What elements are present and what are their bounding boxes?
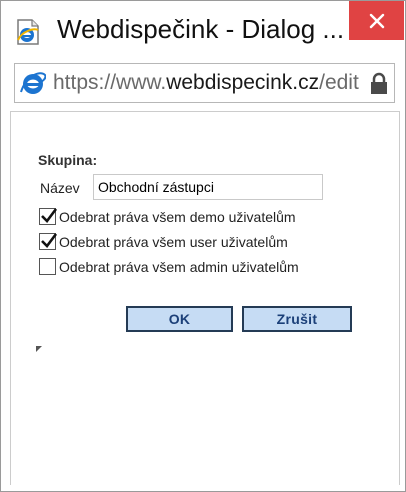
checkbox-label-demo: Odebrat práva všem demo uživatelům (59, 208, 296, 225)
url-text[interactable]: https://www.webdispecink.cz/edita (53, 71, 359, 95)
cancel-button[interactable]: Zrušit (242, 306, 352, 332)
close-icon (369, 13, 384, 28)
checkbox-demo[interactable] (39, 208, 58, 225)
checkbox-row-user[interactable]: Odebrat práva všem user uživatelům (39, 233, 288, 250)
checkmark-icon (41, 208, 58, 223)
checkbox-user[interactable] (39, 233, 58, 250)
dialog-window: Webdispečink - Dialog ... https://www.we… (0, 0, 406, 492)
checkbox-label-admin: Odebrat práva všem admin uživatelům (59, 258, 299, 275)
close-button[interactable] (349, 1, 404, 40)
checkbox-row-admin[interactable]: Odebrat práva všem admin uživatelům (39, 258, 299, 275)
url-domain: webdispecink.cz (166, 71, 320, 94)
url-prefix: https://www. (53, 71, 167, 94)
url-suffix: /edita (319, 71, 359, 94)
title-bar[interactable]: Webdispečink - Dialog ... (1, 1, 405, 57)
ie-page-icon (14, 18, 42, 46)
checkmark-icon (41, 233, 58, 248)
name-input[interactable] (93, 174, 323, 200)
window-title: Webdispečink - Dialog ... (57, 14, 345, 44)
ok-button[interactable]: OK (126, 306, 233, 332)
ie-logo-icon (20, 70, 47, 96)
name-label: Název (40, 180, 80, 196)
dialog-content: Skupina: Název Odebrat práva všem demo u… (10, 111, 400, 485)
section-title: Skupina: (38, 152, 98, 168)
checkbox-row-demo[interactable]: Odebrat práva všem demo uživatelům (39, 208, 296, 225)
lock-icon (369, 72, 389, 96)
checkbox-admin[interactable] (39, 258, 56, 275)
checkbox-label-user: Odebrat práva všem user uživatelům (59, 233, 288, 250)
resize-marker-icon (36, 339, 42, 352)
address-bar[interactable]: https://www.webdispecink.cz/edita (14, 63, 395, 103)
